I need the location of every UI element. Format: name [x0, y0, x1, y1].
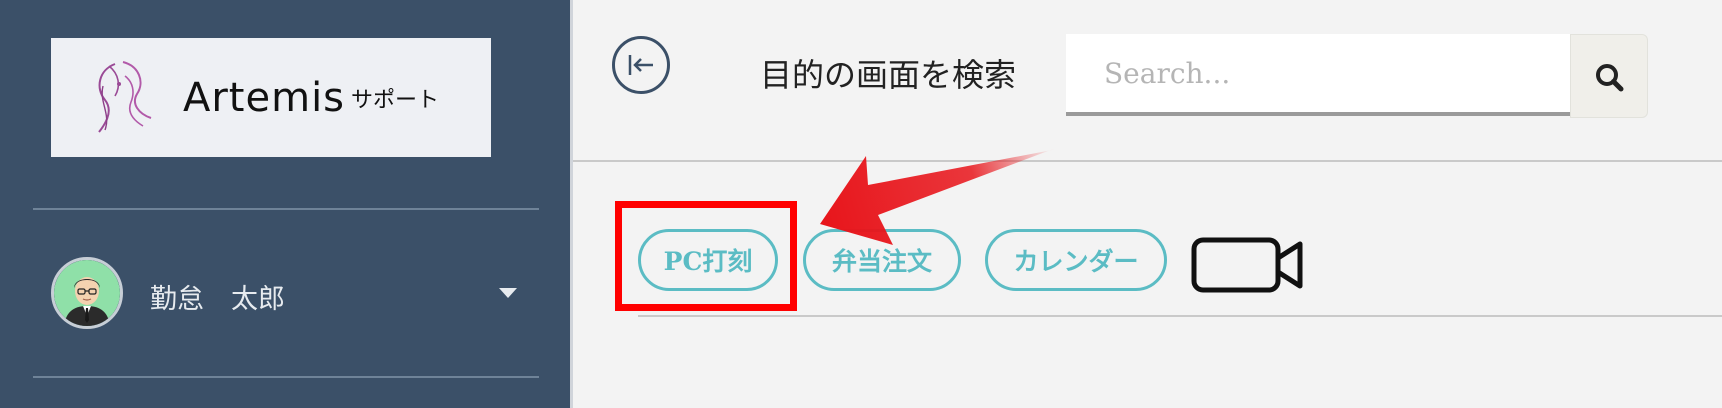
avatar[interactable]: [51, 257, 123, 329]
user-name: 勤怠 太郎: [150, 284, 285, 315]
sidebar-edge: [570, 0, 573, 408]
app-logo[interactable]: Artemis サポート: [51, 38, 491, 157]
highlight-box: [615, 201, 797, 311]
tag-calendar[interactable]: カレンダー: [985, 229, 1167, 291]
search-button[interactable]: [1570, 34, 1648, 118]
search-label: 目的の画面を検索: [760, 56, 1017, 94]
user-menu[interactable]: 勤怠 太郎: [51, 257, 531, 329]
video-camera-icon[interactable]: [1190, 232, 1306, 298]
collapse-left-icon: [628, 55, 653, 75]
logo-mark-icon: [98, 61, 152, 133]
logo-brand: Artemis: [183, 75, 346, 121]
sidebar-divider: [33, 208, 539, 210]
sidebar-divider: [33, 376, 539, 378]
avatar-icon: [54, 260, 120, 326]
search-icon: [1596, 64, 1624, 92]
tag-row-divider: [638, 315, 1722, 317]
search-input[interactable]: [1066, 34, 1570, 116]
tag-bento-order[interactable]: 弁当注文: [803, 229, 961, 291]
chevron-down-icon[interactable]: [499, 288, 517, 298]
collapse-sidebar-button[interactable]: [612, 36, 670, 94]
sidebar: Artemis サポート 勤怠 太郎: [0, 0, 570, 408]
header-divider: [573, 160, 1722, 162]
logo-subtitle: サポート: [351, 88, 440, 113]
